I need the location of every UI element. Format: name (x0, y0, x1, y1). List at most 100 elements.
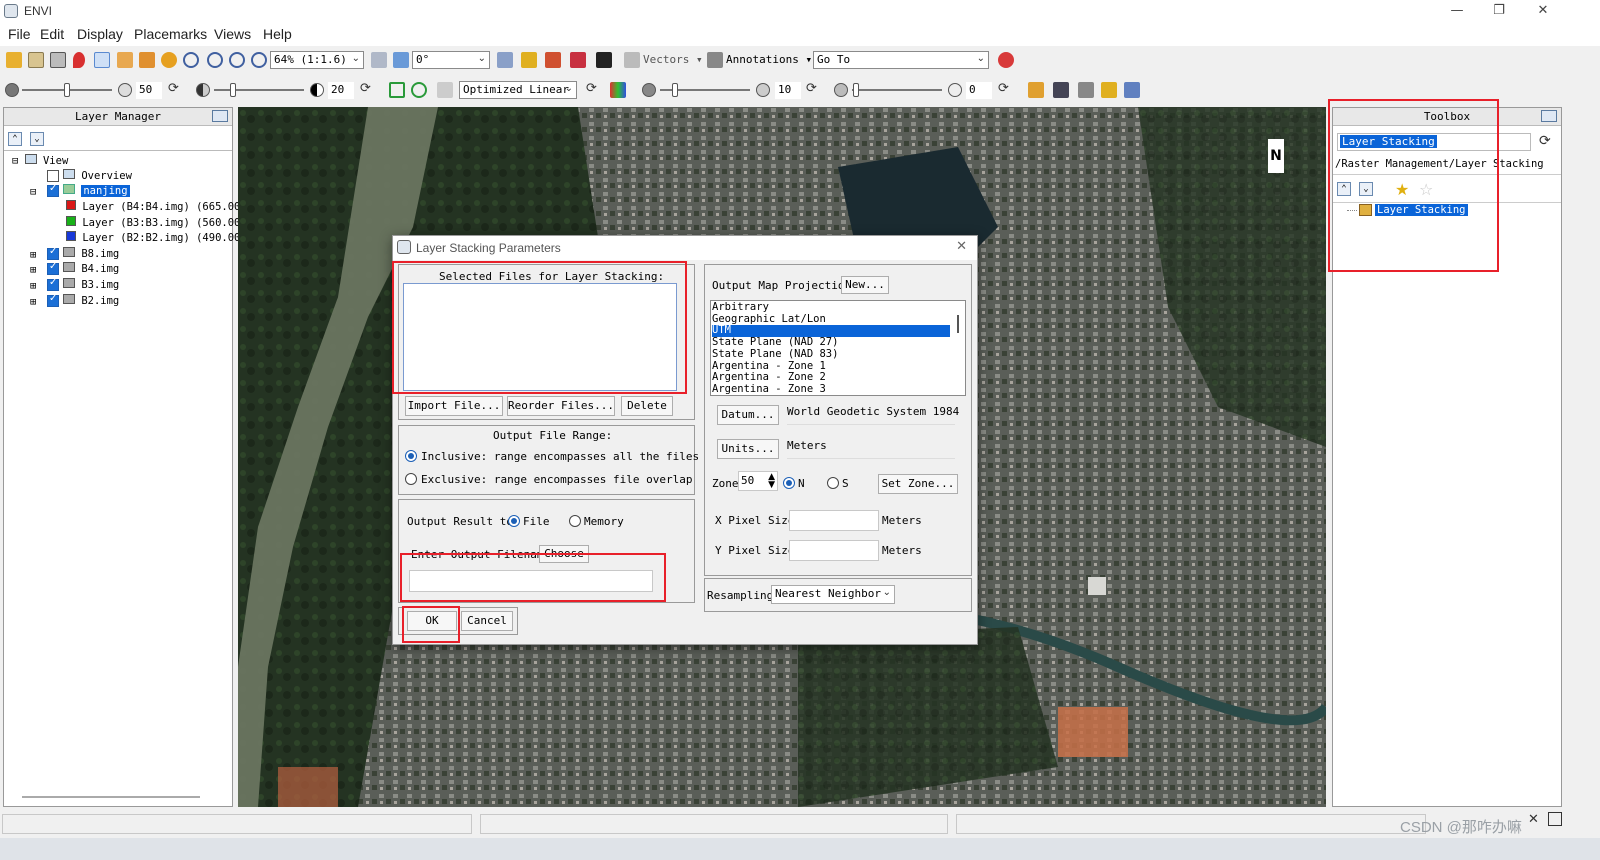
exclusive-radio[interactable] (405, 473, 417, 485)
import-file-button[interactable]: Import File... (405, 396, 503, 416)
collapse-all-icon[interactable]: ⌃ (8, 132, 22, 146)
open-folder-icon[interactable] (6, 52, 22, 68)
tree-view-node[interactable]: ⊟ View (12, 154, 68, 168)
stretch-roi-icon[interactable] (389, 82, 405, 98)
projection-option[interactable]: Geographic Lat/Lon (712, 313, 950, 326)
toolbox-refresh-icon[interactable]: ⟳ (1539, 133, 1551, 149)
view-layout-icon[interactable] (1053, 82, 1069, 98)
select-pointer-icon[interactable] (94, 52, 110, 68)
image-checkbox[interactable] (47, 293, 59, 307)
image-checkbox[interactable] (47, 246, 59, 260)
cancel-button[interactable]: Cancel (461, 611, 513, 631)
datum-button[interactable]: Datum... (717, 405, 779, 425)
menu-help[interactable]: Help (263, 26, 292, 42)
raster-expander[interactable]: ⊟ (30, 185, 36, 199)
brightness-slider-knob[interactable] (64, 83, 70, 97)
swipe-icon[interactable] (1124, 82, 1140, 98)
cursor-value-icon[interactable] (545, 52, 561, 68)
projection-option[interactable]: Arbitrary (712, 301, 950, 314)
menu-display[interactable]: Display (77, 26, 123, 42)
placemark-icon[interactable] (73, 52, 85, 68)
goto-icon[interactable] (998, 52, 1014, 68)
reset-transparency-icon[interactable]: ⟳ (998, 81, 1014, 97)
zoom-combo[interactable]: 64% (1:1.6) ⌄ (270, 51, 364, 69)
resampling-combo[interactable]: Nearest Neighbor ⌄ (771, 585, 895, 604)
reorder-files-button[interactable]: Reorder Files... (507, 396, 615, 416)
delete-button[interactable]: Delete (621, 396, 673, 416)
tree-image-node[interactable]: B2.img (63, 294, 119, 308)
tree-image-node[interactable]: B8.img (63, 247, 119, 261)
reset-brightness-icon[interactable]: ⟳ (168, 81, 184, 97)
projection-list[interactable]: Arbitrary Geographic Lat/Lon UTM State P… (710, 300, 966, 396)
projection-option[interactable]: State Plane (NAD 83) (712, 348, 950, 361)
blend-icon[interactable] (1078, 82, 1094, 98)
raster-checkbox[interactable] (47, 183, 59, 197)
overview-checkbox[interactable] (47, 170, 59, 182)
measure-icon[interactable] (596, 52, 612, 68)
north-up-icon[interactable] (371, 52, 387, 68)
histogram-icon[interactable] (1028, 82, 1044, 98)
reset-sharpen-icon[interactable]: ⟳ (806, 81, 822, 97)
annotations-dropdown[interactable]: Annotations ▾ (726, 53, 812, 66)
zoom-out-icon[interactable] (229, 52, 245, 68)
band-layer-row[interactable]: Layer (B3:B3.img) (560.00 (66, 216, 240, 230)
close-window-button[interactable]: ✕ (1528, 2, 1558, 20)
contrast-slider-knob[interactable] (230, 83, 236, 97)
band-layer-row[interactable]: Layer (B2:B2.img) (490.00 (66, 231, 240, 245)
south-radio[interactable] (827, 477, 839, 489)
refresh-stretch-icon[interactable]: ⟳ (586, 81, 602, 97)
tree-overview-node[interactable]: Overview (63, 169, 132, 183)
image-expander[interactable]: ⊞ (30, 279, 36, 293)
sharpen-value[interactable]: 10 (775, 82, 801, 99)
contrast-value[interactable]: 20 (328, 82, 354, 99)
minimize-button[interactable]: — (1442, 2, 1472, 20)
image-checkbox[interactable] (47, 261, 59, 275)
fly-icon[interactable] (139, 52, 155, 68)
crosshair-icon[interactable] (570, 52, 586, 68)
projection-list-scrollbar[interactable] (957, 315, 959, 333)
transparency-slider[interactable] (852, 89, 942, 91)
image-checkbox[interactable] (47, 277, 59, 291)
zoom-fit-icon[interactable] (251, 52, 267, 68)
reset-contrast-icon[interactable]: ⟳ (360, 81, 376, 97)
zoom-in-icon[interactable] (207, 52, 223, 68)
tree-image-node[interactable]: B3.img (63, 278, 119, 292)
flicker-icon[interactable] (1101, 82, 1117, 98)
tree-image-node[interactable]: B4.img (63, 262, 119, 276)
x-pixel-size-input[interactable] (789, 510, 879, 531)
image-expander[interactable]: ⊞ (30, 263, 36, 277)
rotate-icon[interactable] (161, 52, 177, 68)
band-layer-row[interactable]: Layer (B4:B4.img) (665.00 (66, 200, 240, 214)
image-expander[interactable]: ⊞ (30, 248, 36, 262)
memory-radio[interactable] (569, 515, 581, 527)
tree-raster-node[interactable]: nanjing (63, 184, 130, 198)
set-zone-button[interactable]: Set Zone... (878, 474, 958, 494)
goto-combo[interactable]: Go To ⌄ (813, 51, 989, 69)
new-projection-button[interactable]: New... (841, 276, 889, 294)
transparency-slider-knob[interactable] (853, 83, 859, 97)
clipboard-icon[interactable] (28, 52, 44, 68)
zone-spinner[interactable]: 50 ▲ ▼ (738, 471, 778, 491)
inclusive-radio[interactable] (405, 450, 417, 462)
restore-button[interactable]: ❐ (1484, 2, 1514, 20)
contrast-slider[interactable] (214, 89, 304, 91)
color-table-icon[interactable] (610, 82, 626, 98)
y-pixel-size-input[interactable] (789, 540, 879, 561)
rotation-combo[interactable]: 0° ⌄ (412, 51, 490, 69)
pan-hand-icon[interactable] (117, 52, 133, 68)
image-expander[interactable]: ⊞ (30, 295, 36, 309)
status-close-icon[interactable]: ✕ (1528, 812, 1539, 827)
stretch-combo[interactable]: Optimized Linear ⌄ (459, 81, 577, 99)
dock-icon[interactable] (212, 110, 228, 122)
rotate-view-icon[interactable] (393, 52, 409, 68)
dialog-close-icon[interactable]: ✕ (956, 239, 967, 254)
menu-edit[interactable]: Edit (40, 26, 64, 42)
crop-icon[interactable] (50, 52, 66, 68)
status-dock-icon[interactable] (1548, 812, 1562, 826)
menu-file[interactable]: File (8, 26, 31, 42)
transparency-value[interactable]: 0 (966, 82, 992, 99)
expand-all-icon[interactable]: ⌄ (30, 132, 44, 146)
vectors-dropdown[interactable]: Vectors ▾ (643, 53, 703, 66)
north-radio[interactable] (783, 477, 795, 489)
file-radio[interactable] (508, 515, 520, 527)
